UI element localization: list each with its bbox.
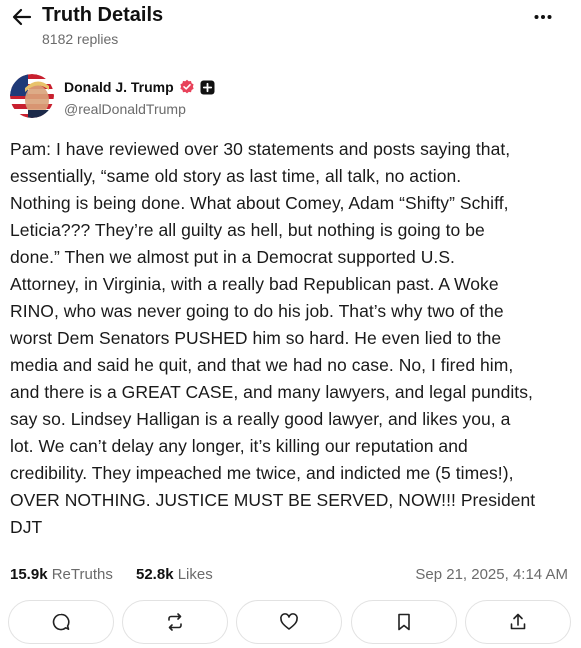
more-options-button[interactable] — [529, 6, 557, 28]
likes-label: Likes — [177, 566, 213, 583]
retruths-label: ReTruths — [51, 566, 113, 583]
post-line: Attorney, in Virginia, with a really bad… — [10, 274, 499, 294]
page-title: Truth Details — [42, 4, 164, 26]
post-timestamp: Sep 21, 2025, 4:14 AM — [415, 566, 568, 583]
like-button[interactable] — [236, 600, 342, 644]
post-line: lot. We can’t delay any longer, it’s kil… — [10, 436, 468, 456]
page-header: Truth Details 8182 replies — [0, 0, 581, 56]
more-horizontal-icon — [534, 15, 552, 19]
retruth-arrows-icon — [168, 613, 182, 631]
post-line: and there is a GREAT CASE, and many lawy… — [10, 382, 533, 402]
retruths-stat[interactable]: 15.9k ReTruths — [10, 566, 113, 583]
post-line: credibility. They impeached me twice, an… — [10, 463, 514, 483]
bookmark-button[interactable] — [351, 600, 457, 644]
avatar[interactable] — [10, 74, 54, 118]
post-line: Leticia??? They’re all guilty as hell, b… — [10, 220, 485, 240]
likes-count: 52.8k — [136, 566, 174, 583]
verified-badge-icon — [180, 79, 194, 94]
reply-button[interactable] — [8, 600, 114, 644]
bookmark-icon — [398, 613, 410, 631]
post-line: Pam: I have reviewed over 30 statements … — [10, 139, 511, 159]
back-button[interactable] — [8, 6, 36, 28]
post-line: worst Dem Senators PUSHED him so hard. H… — [10, 328, 502, 348]
retruths-count: 15.9k — [10, 566, 48, 583]
reply-count: 8182 replies — [42, 31, 119, 47]
heart-icon — [280, 613, 298, 630]
post-line: OVER NOTHING. JUSTICE MUST BE SERVED, NO… — [10, 490, 536, 510]
post-line: Nothing is being done. What about Comey,… — [10, 193, 509, 213]
post-line: say so. Lindsey Halligan is a really goo… — [10, 409, 511, 429]
post-line: done.” Then we almost put in a Democrat … — [10, 247, 455, 267]
post-line: RINO, who was never going to do his job.… — [10, 301, 504, 321]
likes-stat[interactable]: 52.8k Likes — [136, 566, 213, 583]
author-handle[interactable]: @realDonaldTrump — [64, 101, 186, 117]
reply-bubble-icon — [52, 613, 70, 631]
action-bar — [8, 600, 575, 644]
post-author: Donald J. Trump @realDonaldTrump — [10, 74, 570, 120]
post-line: DJT — [10, 517, 43, 537]
share-upload-icon — [510, 613, 526, 630]
retruth-button[interactable] — [122, 600, 228, 644]
arrow-left-icon — [12, 8, 32, 26]
post-body: Pam: I have reviewed over 30 statements … — [10, 136, 575, 541]
post-line: essentially, “same old story as last tim… — [10, 166, 462, 186]
share-button[interactable] — [465, 600, 571, 644]
post-stats: 15.9k ReTruths 52.8k Likes Sep 21, 2025,… — [10, 566, 570, 586]
plus-badge-icon — [200, 80, 215, 94]
post-line: media and said he quit, and that we had … — [10, 355, 514, 375]
author-name[interactable]: Donald J. Trump — [64, 79, 174, 95]
